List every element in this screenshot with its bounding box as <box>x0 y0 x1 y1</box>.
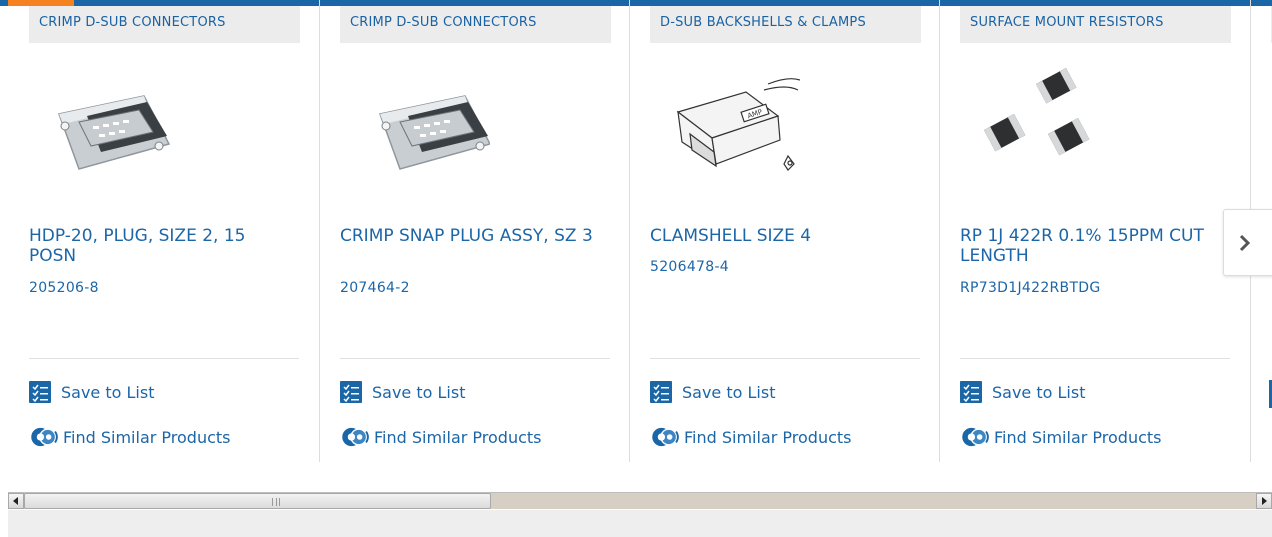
similar-products-icon <box>652 427 679 447</box>
chevron-right-icon <box>1239 234 1251 251</box>
save-to-list-label[interactable]: Save to List <box>682 383 775 402</box>
product-title[interactable]: CLAMSHELL SIZE 4 <box>650 226 912 246</box>
scroll-right-button[interactable] <box>1256 493 1272 509</box>
find-similar-products-button[interactable]: Find Similar Products <box>29 425 231 449</box>
category-label[interactable]: CRIMP D-SUB CONNECTORS <box>340 6 611 43</box>
find-similar-products-label[interactable]: Find Similar Products <box>994 428 1162 447</box>
product-card: D-SUB BACKSHELLS & CLAMPS AMP CLAMSHELL … <box>629 0 940 462</box>
similar-products-icon <box>31 427 58 447</box>
category-label[interactable]: CRIMP D-SUB CONNECTORS <box>29 6 300 43</box>
checklist-icon <box>340 381 362 403</box>
save-to-list-label[interactable]: Save to List <box>992 383 1085 402</box>
part-number[interactable]: 5206478-4 <box>650 259 729 275</box>
find-similar-products-label[interactable]: Find Similar Products <box>374 428 542 447</box>
card-divider <box>340 358 610 359</box>
carousel-next-button[interactable] <box>1223 209 1272 276</box>
product-card: CRIMP D-SUB CONNECTORS <box>319 0 630 462</box>
product-card: SURFACE MOUNT RESISTORS RP 1J 422R 0.1% … <box>939 0 1250 462</box>
find-similar-products-button[interactable]: Find Similar Products <box>650 425 852 449</box>
save-to-list-label[interactable]: Save to List <box>61 383 154 402</box>
arrow-right-icon <box>1262 497 1267 505</box>
product-card: CRIMP D-SUB CONNECTORS <box>9 0 320 462</box>
product-title[interactable]: CRIMP SNAP PLUG ASSY, SZ 3 <box>340 226 602 246</box>
checklist-icon <box>650 381 672 403</box>
backshell-drawing-image[interactable]: AMP <box>650 64 800 184</box>
product-title[interactable]: HDP-20, PLUG, SIZE 2, 15 POSN <box>29 226 291 266</box>
part-number[interactable]: 207464-2 <box>340 280 410 296</box>
find-similar-products-button[interactable]: Find Similar Products <box>340 425 542 449</box>
save-to-list-label[interactable]: Save to List <box>372 383 465 402</box>
find-similar-products-button[interactable]: Find Similar Products <box>960 425 1162 449</box>
product-carousel-page: CRIMP D-SUB CONNECTORS HDP-20, PLUG, SIZ… <box>0 0 1272 537</box>
part-number[interactable]: 205206-8 <box>29 280 99 296</box>
find-similar-products-label[interactable]: Find Similar Products <box>684 428 852 447</box>
horizontal-scrollbar[interactable] <box>8 492 1272 509</box>
find-similar-products-label[interactable]: Find Similar Products <box>63 428 231 447</box>
arrow-left-icon <box>13 497 18 505</box>
carousel: CRIMP D-SUB CONNECTORS HDP-20, PLUG, SIZ… <box>0 0 1272 470</box>
category-label[interactable]: SURFACE MOUNT RESISTORS <box>960 6 1231 43</box>
checklist-icon <box>960 381 982 403</box>
scrollbar-thumb[interactable] <box>24 493 491 509</box>
product-title[interactable]: RP 1J 422R 0.1% 15PPM CUT LENGTH <box>960 226 1222 266</box>
save-to-list-button[interactable]: Save to List <box>29 380 154 404</box>
scroll-left-button[interactable] <box>8 493 24 509</box>
smd-resistor-image[interactable] <box>960 64 1110 184</box>
scrollbar-grip <box>272 498 280 506</box>
save-to-list-button[interactable]: Save to List <box>650 380 775 404</box>
checklist-icon <box>29 381 51 403</box>
similar-products-icon <box>962 427 989 447</box>
card-divider <box>29 358 299 359</box>
dsub-connector-image[interactable] <box>340 64 490 184</box>
similar-products-icon <box>342 427 369 447</box>
save-to-list-button[interactable]: Save to List <box>960 380 1085 404</box>
card-divider <box>960 358 1230 359</box>
dsub-connector-image[interactable] <box>29 64 179 184</box>
card-divider <box>650 358 920 359</box>
footer-area <box>8 510 1272 537</box>
part-number[interactable]: RP73D1J422RBTDG <box>960 280 1101 296</box>
save-to-list-button[interactable]: Save to List <box>340 380 465 404</box>
category-label[interactable]: D-SUB BACKSHELLS & CLAMPS <box>650 6 921 43</box>
